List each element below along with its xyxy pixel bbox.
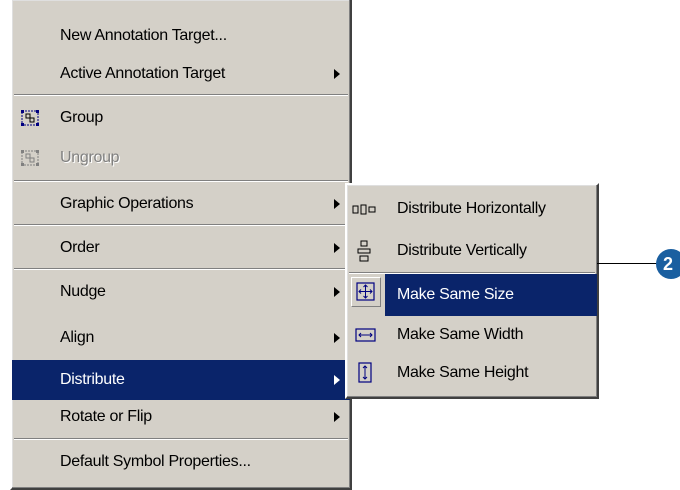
menu-item-distribute-vertically[interactable]: Distribute Vertically <box>347 230 597 272</box>
menu-item-align[interactable]: Align <box>12 318 350 358</box>
make-same-width-icon <box>355 327 377 348</box>
distribute-horizontally-icon <box>352 203 378 221</box>
menu-item-label: Rotate or Flip <box>60 408 152 425</box>
menu-item-label: Make Same Size <box>397 286 514 303</box>
menu-item-group[interactable]: Group <box>12 98 350 138</box>
submenu-arrow-icon <box>334 333 340 343</box>
menu-item-rotate-or-flip[interactable]: Rotate or Flip <box>12 397 350 437</box>
group-icon <box>20 109 40 132</box>
make-same-size-icon <box>351 277 381 307</box>
menu-item-label: Make Same Height <box>397 364 529 381</box>
menu-item-nudge[interactable]: Nudge <box>12 272 350 312</box>
menu-item-label: Graphic Operations <box>60 195 194 212</box>
submenu-arrow-icon <box>334 199 340 209</box>
menu-item-label: Distribute Vertically <box>397 242 527 259</box>
menu-item-label: Nudge <box>60 283 106 300</box>
submenu-arrow-icon <box>334 412 340 422</box>
menu-item-label: Group <box>60 109 103 126</box>
menu-item-distribute[interactable]: Distribute <box>12 360 350 400</box>
menu-separator <box>14 438 348 440</box>
menu-item-label: Order <box>60 239 100 256</box>
menu-item-order[interactable]: Order <box>12 228 350 268</box>
submenu-arrow-icon <box>334 375 340 385</box>
menu-item-make-same-size[interactable]: Make Same Size <box>385 274 597 316</box>
submenu-arrow-icon <box>334 243 340 253</box>
menu-item-label: Ungroup <box>60 149 120 166</box>
menu-item-label: Distribute Horizontally <box>397 200 546 217</box>
menu-item-default-symbol-properties[interactable]: Default Symbol Properties... <box>12 442 350 482</box>
menu-item-label: Default Symbol Properties... <box>60 453 251 470</box>
menu-item-distribute-horizontally[interactable]: Distribute Horizontally <box>347 188 597 230</box>
menu-separator <box>14 224 348 226</box>
make-same-height-icon <box>357 362 373 389</box>
menu-item-ungroup: Ungroup <box>12 138 350 178</box>
menu-item-label: Active Annotation Target <box>60 65 226 82</box>
callout-leader-line <box>597 263 659 264</box>
distribute-submenu: Distribute Horizontally Distribute Verti… <box>345 183 599 399</box>
menu-item-active-annotation-target[interactable]: Active Annotation Target <box>12 54 350 94</box>
ungroup-icon <box>20 149 40 172</box>
step-callout-badge: 2 <box>656 249 680 279</box>
menu-item-new-annotation-target[interactable]: New Annotation Target... <box>12 16 350 56</box>
menu-separator <box>14 268 348 270</box>
menu-separator <box>14 180 348 182</box>
menu-item-label: Make Same Width <box>397 326 524 343</box>
menu-item-graphic-operations[interactable]: Graphic Operations <box>12 184 350 224</box>
menu-item-label: New Annotation Target... <box>60 27 227 44</box>
menu-item-make-same-height[interactable]: Make Same Height <box>347 352 597 394</box>
submenu-arrow-icon <box>334 69 340 79</box>
distribute-vertically-icon <box>357 240 371 267</box>
menu-item-label: Distribute <box>60 371 125 388</box>
menu-separator <box>14 94 348 96</box>
menu-item-label: Align <box>60 329 95 346</box>
context-menu: New Annotation Target... Active Annotati… <box>10 0 352 490</box>
menu-item-make-same-width[interactable]: Make Same Width <box>347 314 597 356</box>
submenu-arrow-icon <box>334 287 340 297</box>
